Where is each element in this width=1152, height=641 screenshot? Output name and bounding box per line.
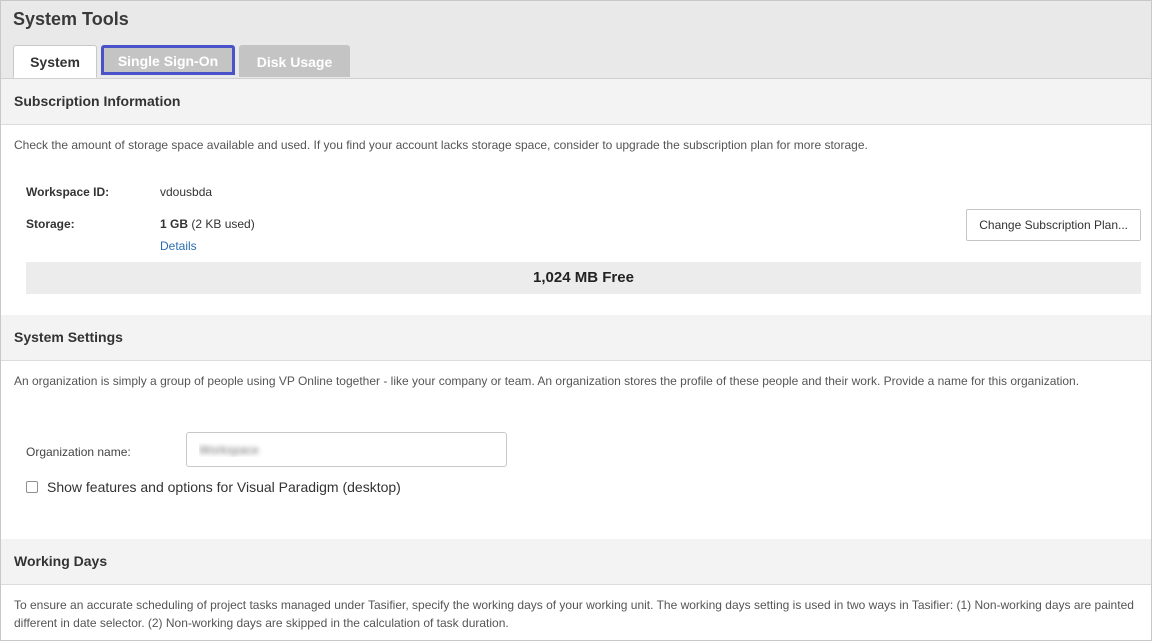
system-settings-section: An organization is simply a group of peo…	[1, 361, 1151, 539]
change-subscription-plan-button[interactable]: Change Subscription Plan...	[966, 209, 1141, 241]
settings-description: An organization is simply a group of peo…	[14, 374, 1080, 388]
workspace-id-label: Workspace ID:	[26, 185, 110, 199]
storage-free-bar: 1,024 MB Free	[26, 262, 1141, 294]
working-days-section-heading: Working Days	[1, 539, 1151, 585]
storage-used: (2 KB used)	[191, 217, 255, 231]
desktop-features-checkbox[interactable]	[26, 481, 38, 493]
storage-value: 1 GB (2 KB used)	[160, 217, 255, 231]
tab-system[interactable]: System	[13, 45, 97, 78]
subscription-description: Check the amount of storage space availa…	[14, 138, 868, 152]
storage-size: 1 GB	[160, 217, 189, 231]
subscription-section: Check the amount of storage space availa…	[1, 125, 1151, 315]
storage-label: Storage:	[26, 217, 75, 231]
details-link[interactable]: Details	[160, 239, 197, 253]
workspace-id-value: vdousbda	[160, 185, 213, 199]
organization-name-label: Organization name:	[26, 445, 131, 459]
working-days-description: To ensure an accurate scheduling of proj…	[14, 598, 1134, 630]
tab-single-sign-on[interactable]: Single Sign-On	[101, 45, 235, 75]
organization-name-input[interactable]	[186, 432, 507, 467]
system-tools-panel: System Tools System Single Sign-On Disk …	[0, 0, 1152, 641]
desktop-features-label: Show features and options for Visual Par…	[47, 479, 401, 495]
panel-header: System Tools System Single Sign-On Disk …	[1, 1, 1151, 79]
desktop-features-option: Show features and options for Visual Par…	[26, 479, 401, 495]
subscription-section-heading: Subscription Information	[1, 79, 1151, 125]
system-settings-section-heading: System Settings	[1, 315, 1151, 361]
tab-disk-usage[interactable]: Disk Usage	[239, 45, 350, 77]
page-title: System Tools	[13, 9, 129, 29]
